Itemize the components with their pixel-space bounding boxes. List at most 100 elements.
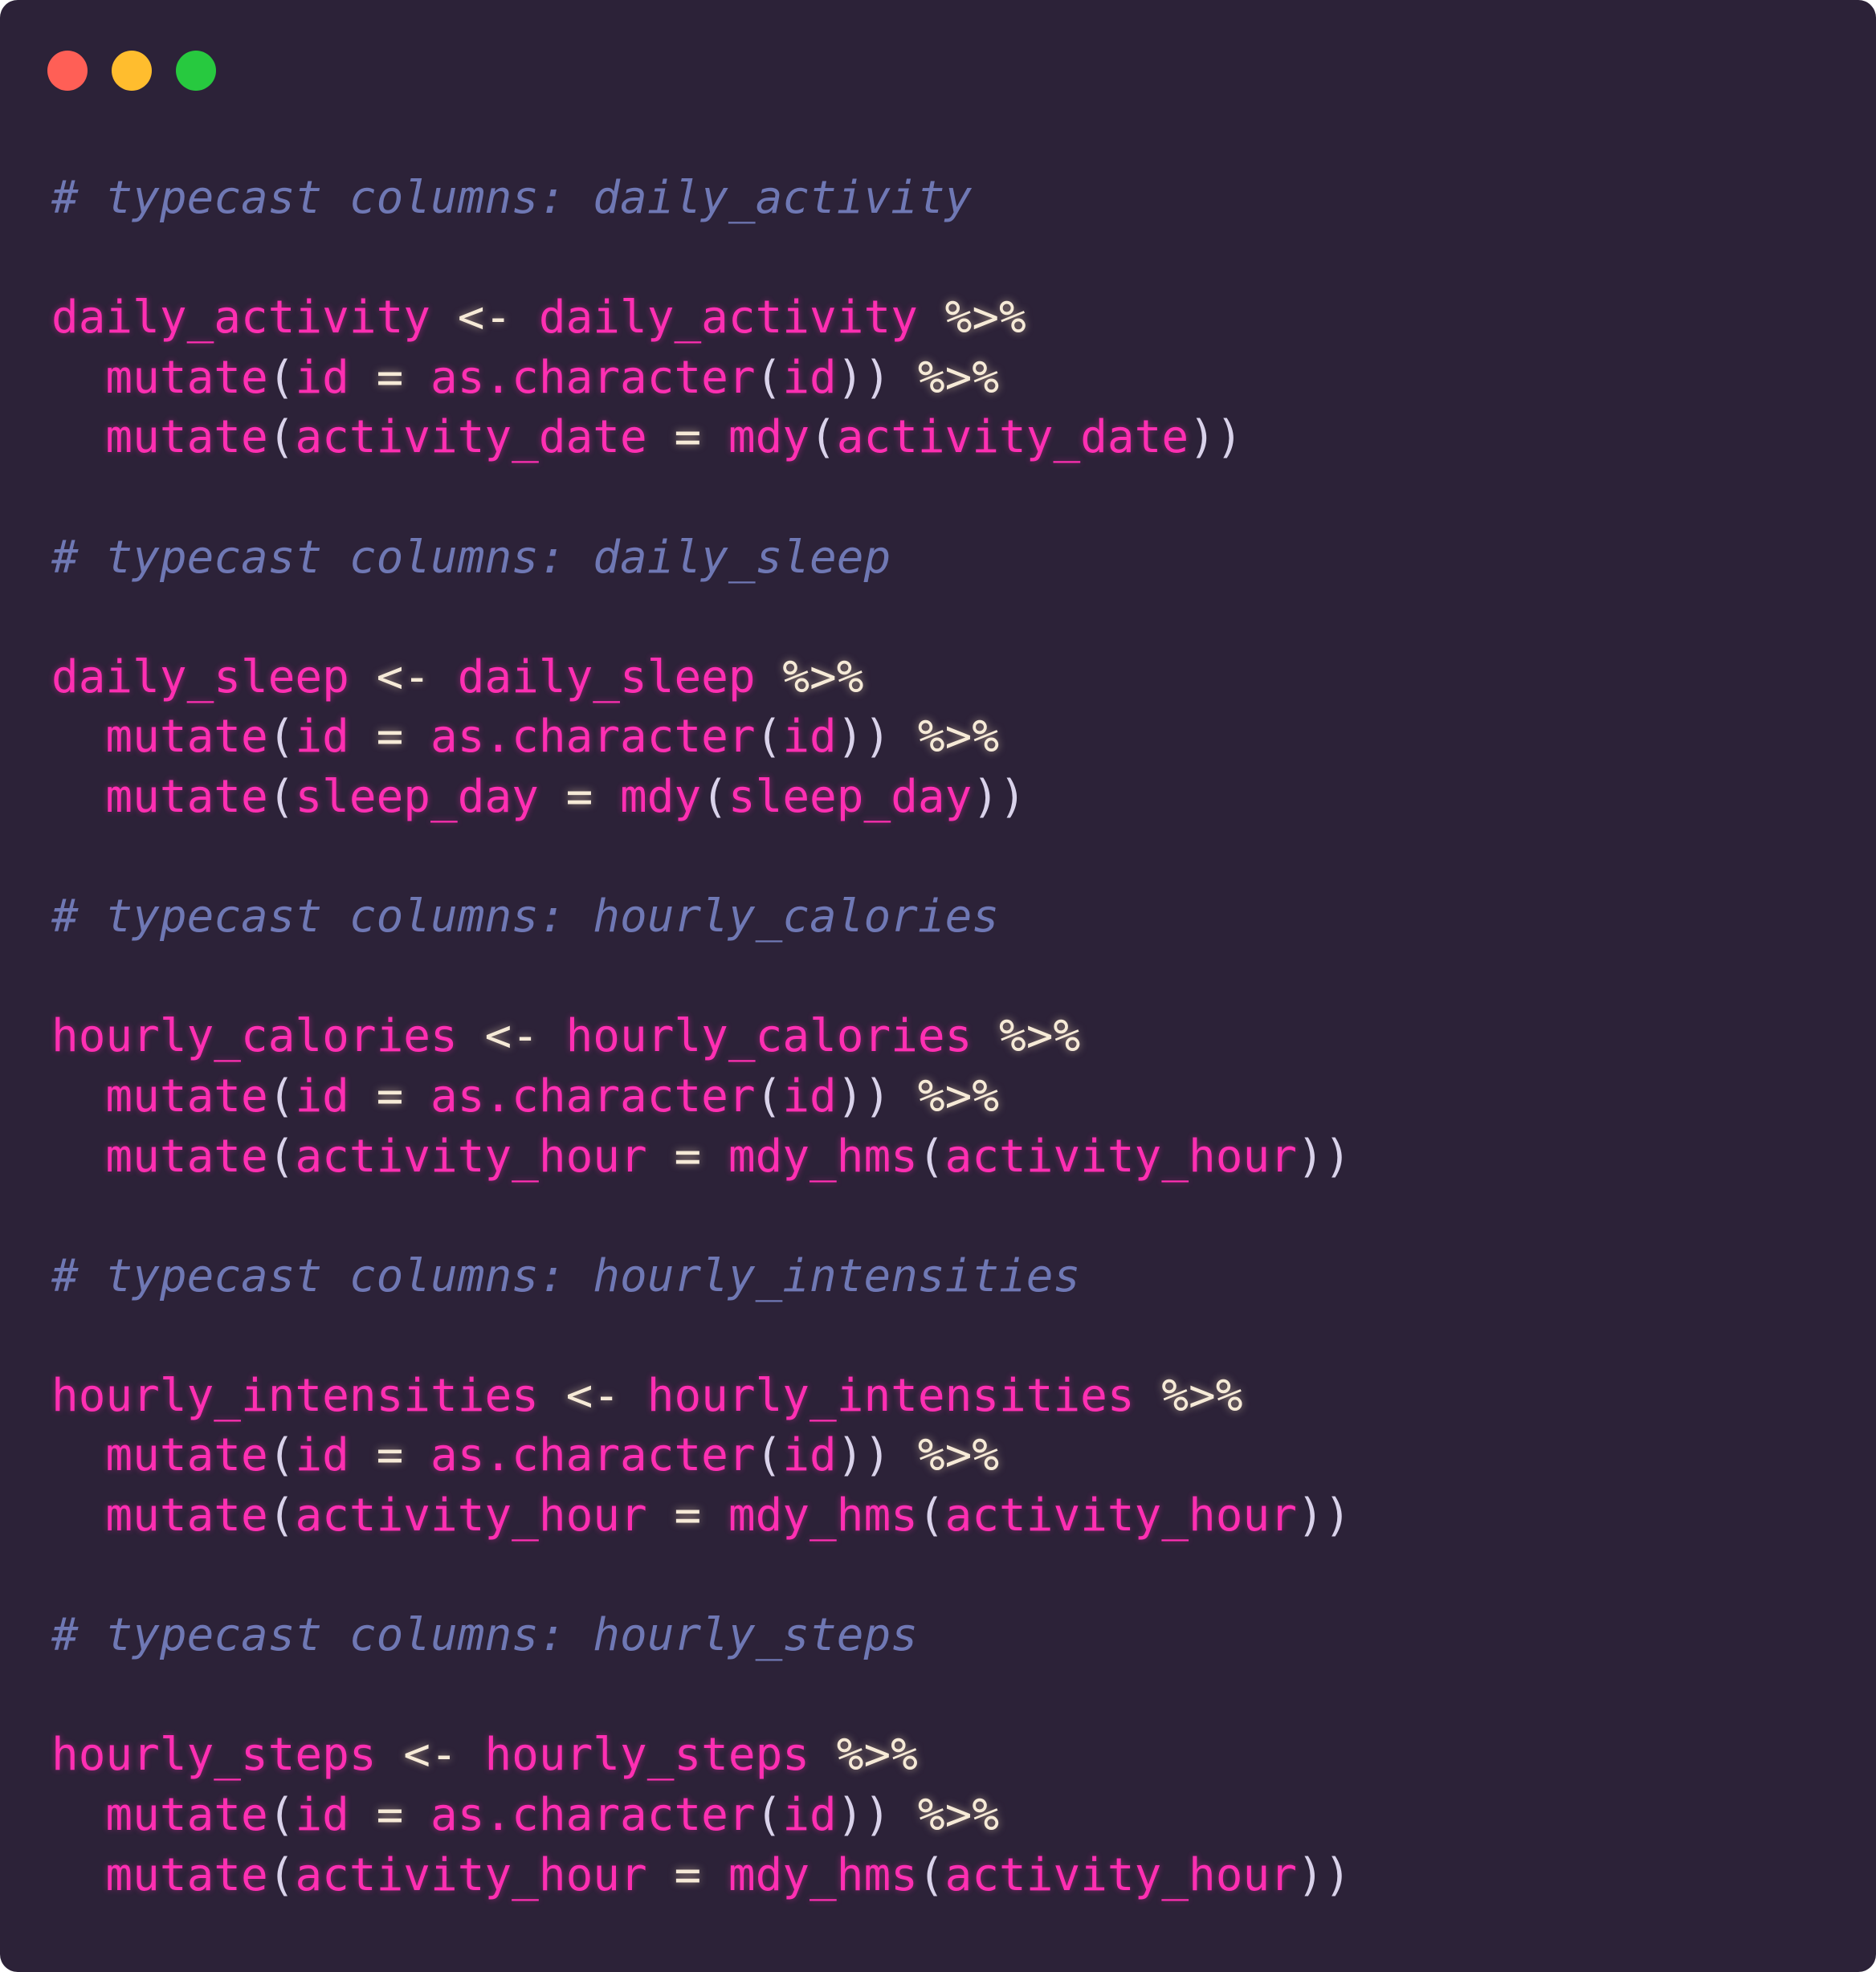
identifier-token: mdy: [728, 411, 810, 464]
punctuation-token: (: [267, 1130, 296, 1183]
code-line: mutate(activity_hour = mdy_hms(activity_…: [51, 1486, 1351, 1546]
identifier-token: mdy_hms: [728, 1848, 918, 1901]
identifier-token: mutate: [51, 351, 268, 404]
operator-token: =: [646, 1848, 728, 1901]
punctuation-token: (: [755, 1789, 783, 1842]
operator-token: %>%: [810, 1729, 918, 1782]
operator-token: =: [349, 1070, 431, 1122]
identifier-token: mdy_hms: [728, 1130, 918, 1183]
close-button[interactable]: [47, 51, 88, 91]
identifier-token: hourly_intensities: [51, 1369, 539, 1422]
code-line: hourly_intensities <- hourly_intensities…: [51, 1367, 1351, 1427]
operator-token: =: [646, 1489, 728, 1542]
identifier-token: daily_activity: [538, 291, 918, 344]
code-line: mutate(id = as.character(id)) %>%: [51, 707, 1351, 768]
identifier-token: hourly_intensities: [646, 1369, 1135, 1422]
operator-token: =: [349, 351, 431, 404]
identifier-token: id: [782, 1789, 837, 1842]
identifier-token: mutate: [51, 1489, 268, 1542]
punctuation-token: (: [267, 1489, 296, 1542]
identifier-token: hourly_steps: [484, 1729, 810, 1782]
identifier-token: daily_activity: [51, 291, 431, 344]
identifier-token: as.character: [430, 1429, 756, 1482]
identifier-token: as.character: [430, 351, 756, 404]
code-line: # typecast columns: hourly_calories: [51, 887, 1351, 947]
punctuation-token: )): [836, 1429, 891, 1482]
comment-token: # typecast columns: daily_activity: [51, 172, 973, 224]
punctuation-token: (: [267, 1429, 296, 1482]
punctuation-token: )): [836, 351, 891, 404]
punctuation-token: (: [267, 351, 296, 404]
punctuation-token: (: [267, 411, 296, 464]
operator-token: =: [349, 1789, 431, 1842]
identifier-token: id: [782, 1429, 837, 1482]
code-line: daily_sleep <- daily_sleep %>%: [51, 648, 1351, 708]
identifier-token: daily_sleep: [51, 650, 349, 703]
identifier-token: daily_sleep: [457, 650, 756, 703]
operator-token: =: [646, 411, 728, 464]
identifier-token: id: [295, 351, 349, 404]
punctuation-token: (: [755, 1429, 783, 1482]
identifier-token: id: [782, 351, 837, 404]
operator-token: <-: [538, 1369, 647, 1422]
punctuation-token: (: [810, 411, 837, 464]
identifier-token: id: [782, 711, 837, 764]
identifier-token: as.character: [430, 1789, 756, 1842]
punctuation-token: (: [267, 770, 296, 823]
code-line: hourly_steps <- hourly_steps %>%: [51, 1726, 1351, 1786]
maximize-button[interactable]: [176, 51, 216, 91]
code-line: # typecast columns: daily_sleep: [51, 528, 1351, 589]
punctuation-token: (: [701, 770, 728, 823]
punctuation-token: )): [836, 711, 891, 764]
code-line: mutate(id = as.character(id)) %>%: [51, 1426, 1351, 1486]
identifier-token: id: [782, 1070, 837, 1122]
operator-token: %>%: [917, 291, 1026, 344]
punctuation-token: (: [267, 711, 296, 764]
identifier-token: mutate: [51, 1429, 268, 1482]
title-bar: [0, 0, 1876, 145]
code-line: mutate(activity_hour = mdy_hms(activity_…: [51, 1127, 1351, 1188]
identifier-token: sleep_day: [728, 770, 973, 823]
code-line: mutate(activity_date = mdy(activity_date…: [51, 408, 1351, 468]
comment-token: # typecast columns: daily_sleep: [51, 531, 891, 584]
identifier-token: hourly_calories: [565, 1010, 973, 1063]
identifier-token: activity_hour: [944, 1848, 1297, 1901]
operator-token: =: [538, 770, 621, 823]
punctuation-token: (: [267, 1789, 296, 1842]
identifier-token: mutate: [51, 1789, 268, 1842]
punctuation-token: )): [1296, 1130, 1352, 1183]
identifier-token: activity_hour: [944, 1489, 1297, 1542]
identifier-token: mutate: [51, 711, 268, 764]
identifier-token: as.character: [430, 1070, 756, 1122]
comment-token: # typecast columns: hourly_steps: [51, 1609, 918, 1662]
identifier-token: as.character: [430, 711, 756, 764]
operator-token: =: [646, 1130, 728, 1183]
code-line: daily_activity <- daily_activity %>%: [51, 288, 1351, 348]
operator-token: =: [349, 1429, 431, 1482]
punctuation-token: )): [1296, 1489, 1352, 1542]
identifier-token: sleep_day: [295, 770, 539, 823]
punctuation-token: (: [917, 1848, 945, 1901]
identifier-token: mdy: [620, 770, 702, 823]
punctuation-token: )): [836, 1070, 891, 1122]
punctuation-token: (: [755, 1070, 783, 1122]
code-line: mutate(sleep_day = mdy(sleep_day)): [51, 768, 1351, 828]
operator-token: %>%: [755, 650, 864, 703]
identifier-token: hourly_steps: [51, 1729, 377, 1782]
code-line: # typecast columns: daily_activity: [51, 169, 1351, 229]
code-block: # typecast columns: daily_activity daily…: [51, 169, 1351, 1905]
identifier-token: id: [295, 1070, 349, 1122]
identifier-token: mutate: [51, 1070, 268, 1122]
minimize-button[interactable]: [112, 51, 152, 91]
operator-token: %>%: [972, 1010, 1081, 1063]
identifier-token: activity_hour: [295, 1130, 647, 1183]
identifier-token: activity_hour: [295, 1848, 647, 1901]
punctuation-token: (: [267, 1070, 296, 1122]
punctuation-token: (: [917, 1489, 945, 1542]
